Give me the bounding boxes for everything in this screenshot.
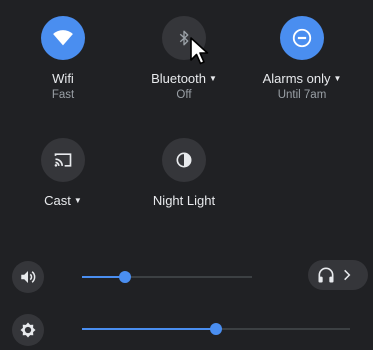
brightness-button[interactable] [12,314,44,346]
brightness-icon [20,322,36,338]
bluetooth-status: Off [176,89,192,101]
cast-button[interactable] [41,138,85,182]
brightness-slider-fill [82,328,216,330]
night-light-button[interactable] [162,138,206,182]
wifi-button[interactable] [41,16,85,60]
bluetooth-icon [179,30,189,46]
caret-down-icon: ▼ [209,74,217,83]
bluetooth-label-row[interactable]: Bluetooth ▼ [124,71,244,86]
alarms-status: Until 7am [277,89,327,101]
volume-icon [21,271,36,283]
alarms-label-row[interactable]: Alarms only ▼ [242,71,362,86]
chevron-right-icon [344,269,351,281]
bluetooth-button[interactable] [162,16,206,60]
cast-label: Cast [44,193,71,208]
volume-slider-thumb[interactable] [118,271,131,283]
bluetooth-label: Bluetooth [151,71,206,86]
brightness-slider[interactable] [82,323,350,335]
bluetooth-toggle[interactable]: Bluetooth ▼ Off [124,16,244,102]
night-light-icon [176,152,192,168]
headphones-icon [318,267,334,283]
cast-toggle[interactable]: Cast ▼ [3,138,123,208]
caret-down-icon: ▼ [73,196,82,205]
wifi-status: Fast [51,89,75,101]
do-not-disturb-button[interactable] [280,16,324,60]
wifi-label: Wifi [52,71,74,86]
caret-down-icon: ▼ [333,74,342,83]
wifi-toggle[interactable]: Wifi Fast [3,16,123,102]
alarms-label: Alarms only [262,71,331,86]
night-light-toggle[interactable]: Night Light [124,138,244,208]
cast-icon [54,153,72,167]
wifi-icon [53,30,73,46]
cast-label-row[interactable]: Cast ▼ [3,193,123,208]
night-light-label: Night Light [152,193,216,208]
volume-mute-button[interactable] [12,261,44,293]
audio-output-button[interactable] [308,260,368,290]
volume-slider[interactable] [82,271,252,283]
brightness-slider-thumb[interactable] [210,323,222,335]
alarms-only-toggle[interactable]: Alarms only ▼ Until 7am [242,16,362,102]
do-not-disturb-icon [292,28,312,48]
